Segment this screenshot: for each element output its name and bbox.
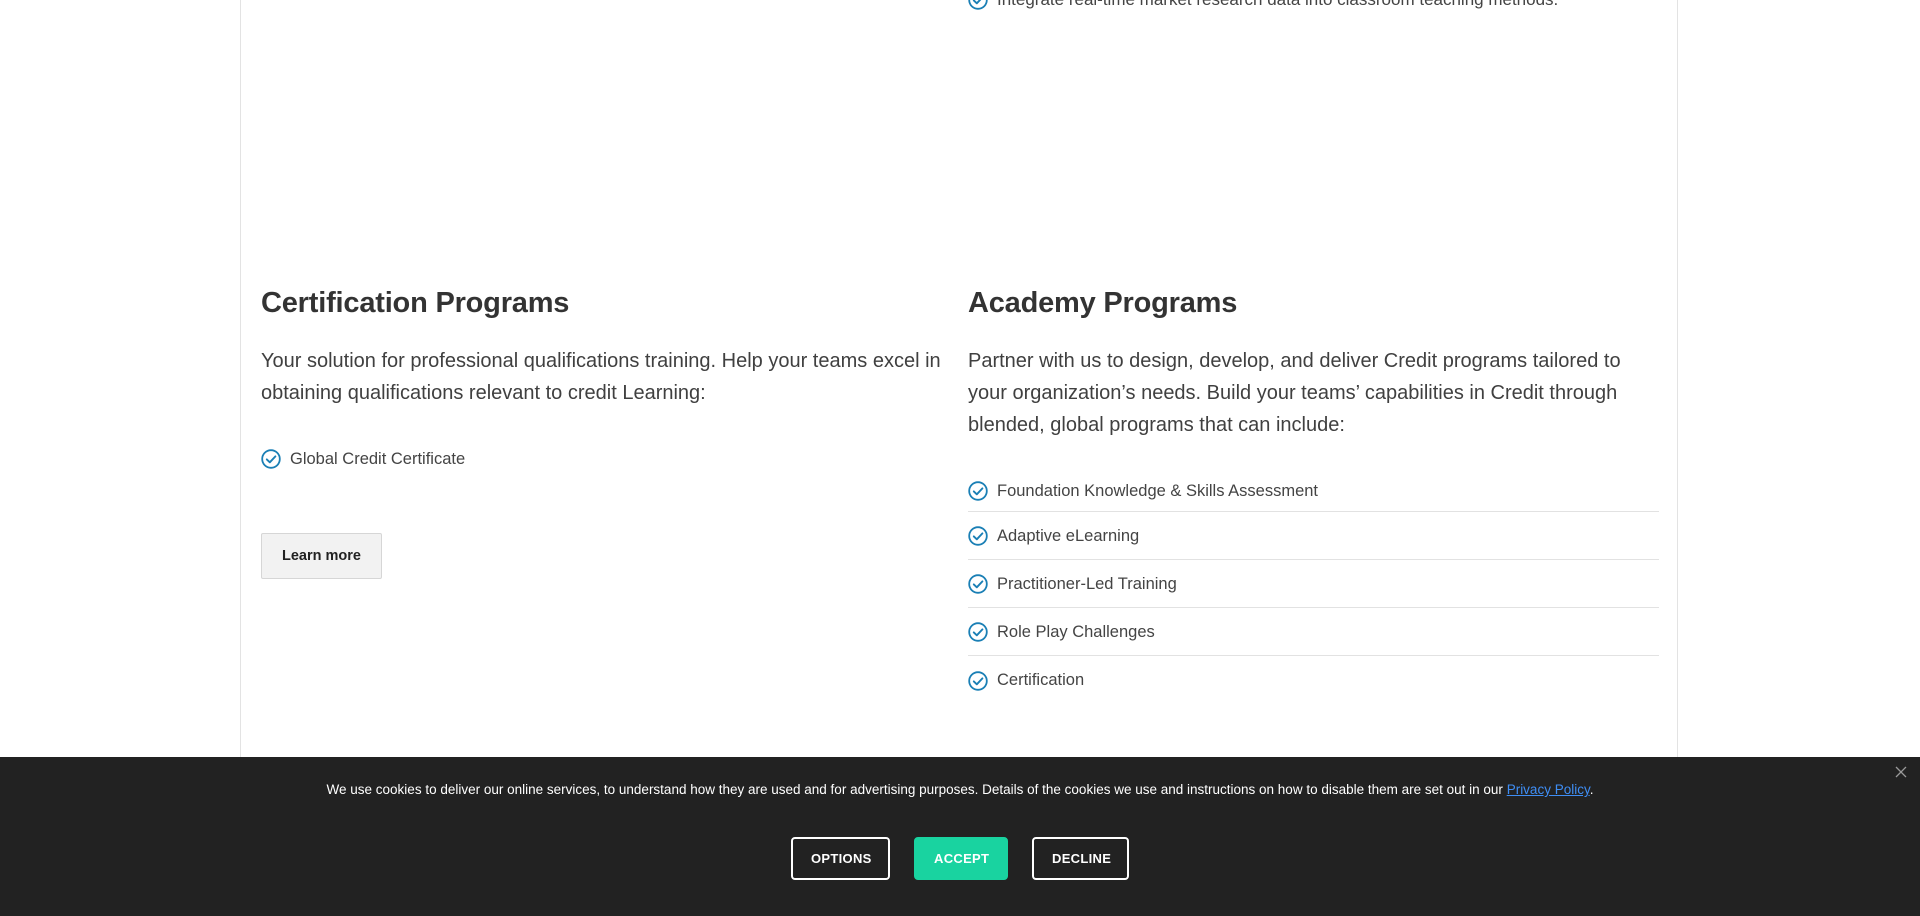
options-button[interactable]: OPTIONS bbox=[791, 837, 890, 880]
list-item-label: Adaptive eLearning bbox=[997, 526, 1140, 545]
section-description: Partner with us to design, develop, and … bbox=[968, 350, 1621, 436]
list-item: Foundation Knowledge & Skills Assessment bbox=[968, 470, 1659, 512]
check-circle-icon bbox=[968, 526, 988, 546]
check-circle-icon bbox=[968, 481, 988, 501]
academy-list: Foundation Knowledge & Skills Assessment… bbox=[968, 470, 1659, 704]
list-item-label: Integrate real-time market research data… bbox=[997, 0, 1558, 10]
list-item: Certification bbox=[968, 656, 1659, 704]
list-item: Adaptive eLearning bbox=[968, 512, 1659, 560]
page: Integrate real-time market research data… bbox=[0, 0, 1920, 916]
accept-button[interactable]: ACCEPT bbox=[914, 837, 1008, 880]
privacy-policy-link[interactable]: Privacy Policy bbox=[1507, 782, 1590, 797]
section-title: Academy Programs bbox=[968, 287, 1238, 319]
section-description: Your solution for professional qualifica… bbox=[261, 350, 941, 404]
close-icon[interactable] bbox=[1892, 763, 1910, 781]
cookie-message: We use cookies to deliver our online ser… bbox=[0, 782, 1920, 797]
section-title: Certification Programs bbox=[261, 287, 570, 319]
check-circle-icon bbox=[968, 574, 988, 594]
check-circle-icon bbox=[261, 449, 281, 469]
cookie-banner: We use cookies to deliver our online ser… bbox=[0, 757, 1920, 916]
decline-button[interactable]: DECLINE bbox=[1032, 837, 1129, 880]
list-item-label: Practitioner-Led Training bbox=[997, 574, 1177, 593]
learn-more-button[interactable]: Learn more bbox=[261, 533, 382, 579]
cookie-text: We use cookies to deliver our online ser… bbox=[326, 782, 1507, 797]
academy-section: Academy Programs Partner with us to desi… bbox=[968, 282, 1659, 704]
check-circle-icon bbox=[968, 670, 988, 691]
check-circle-icon bbox=[968, 622, 988, 642]
list-item: Practitioner-Led Training bbox=[968, 560, 1659, 608]
list-item-label: Certification bbox=[997, 671, 1085, 689]
certification-list: Global Credit Certificate bbox=[261, 445, 941, 473]
cookie-buttons: OPTIONS ACCEPT DECLINE bbox=[0, 837, 1920, 880]
cookie-text-end: . bbox=[1589, 782, 1594, 797]
certification-section: Certification Programs Your solution for… bbox=[261, 282, 941, 579]
check-circle-icon bbox=[968, 0, 988, 10]
list-item-label: Role Play Challenges bbox=[997, 622, 1155, 641]
list-item-label: Global Credit Certificate bbox=[290, 449, 466, 468]
list-item: Global Credit Certificate bbox=[261, 445, 941, 473]
list-item: Integrate real-time market research data… bbox=[968, 0, 1558, 10]
list-item: Role Play Challenges bbox=[968, 608, 1659, 656]
list-item-label: Foundation Knowledge & Skills Assessment bbox=[997, 481, 1319, 500]
